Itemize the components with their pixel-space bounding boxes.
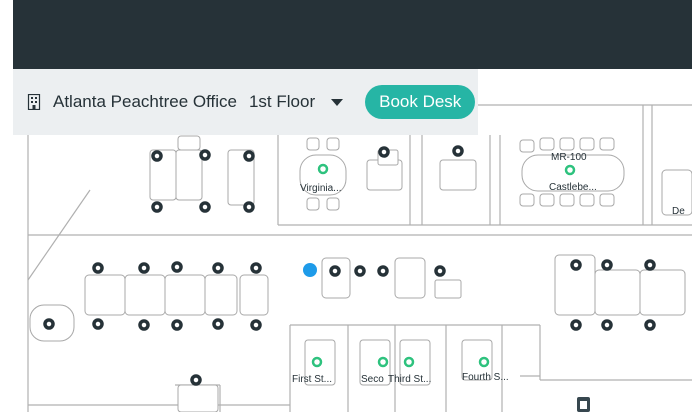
room-label-mr100-name: Castlebe... [549,182,597,193]
available-room-indicators[interactable] [311,163,576,368]
office-name[interactable]: Atlanta Peachtree Office [53,92,237,112]
elevator-icon [577,397,590,412]
room-label-virginia: Virginia... [300,183,342,194]
room-label-de: De [672,206,685,217]
room-label-third: Third St... [388,374,431,385]
room-label-second: Seco [361,374,384,385]
room-label-first: First St... [292,374,332,385]
building-icon [27,93,41,111]
caret-down-icon[interactable] [331,98,344,106]
room-label-fourth: Fourth S... [462,372,509,383]
room-label-mr100-code: MR-100 [551,152,587,163]
book-desk-button[interactable]: Book Desk [365,85,476,119]
current-user-seat[interactable] [303,263,317,277]
floor-selector[interactable]: 1st Floor [249,92,315,112]
top-app-bar [13,0,692,69]
office-toolbar: Atlanta Peachtree Office 1st Floor Book … [13,69,478,135]
